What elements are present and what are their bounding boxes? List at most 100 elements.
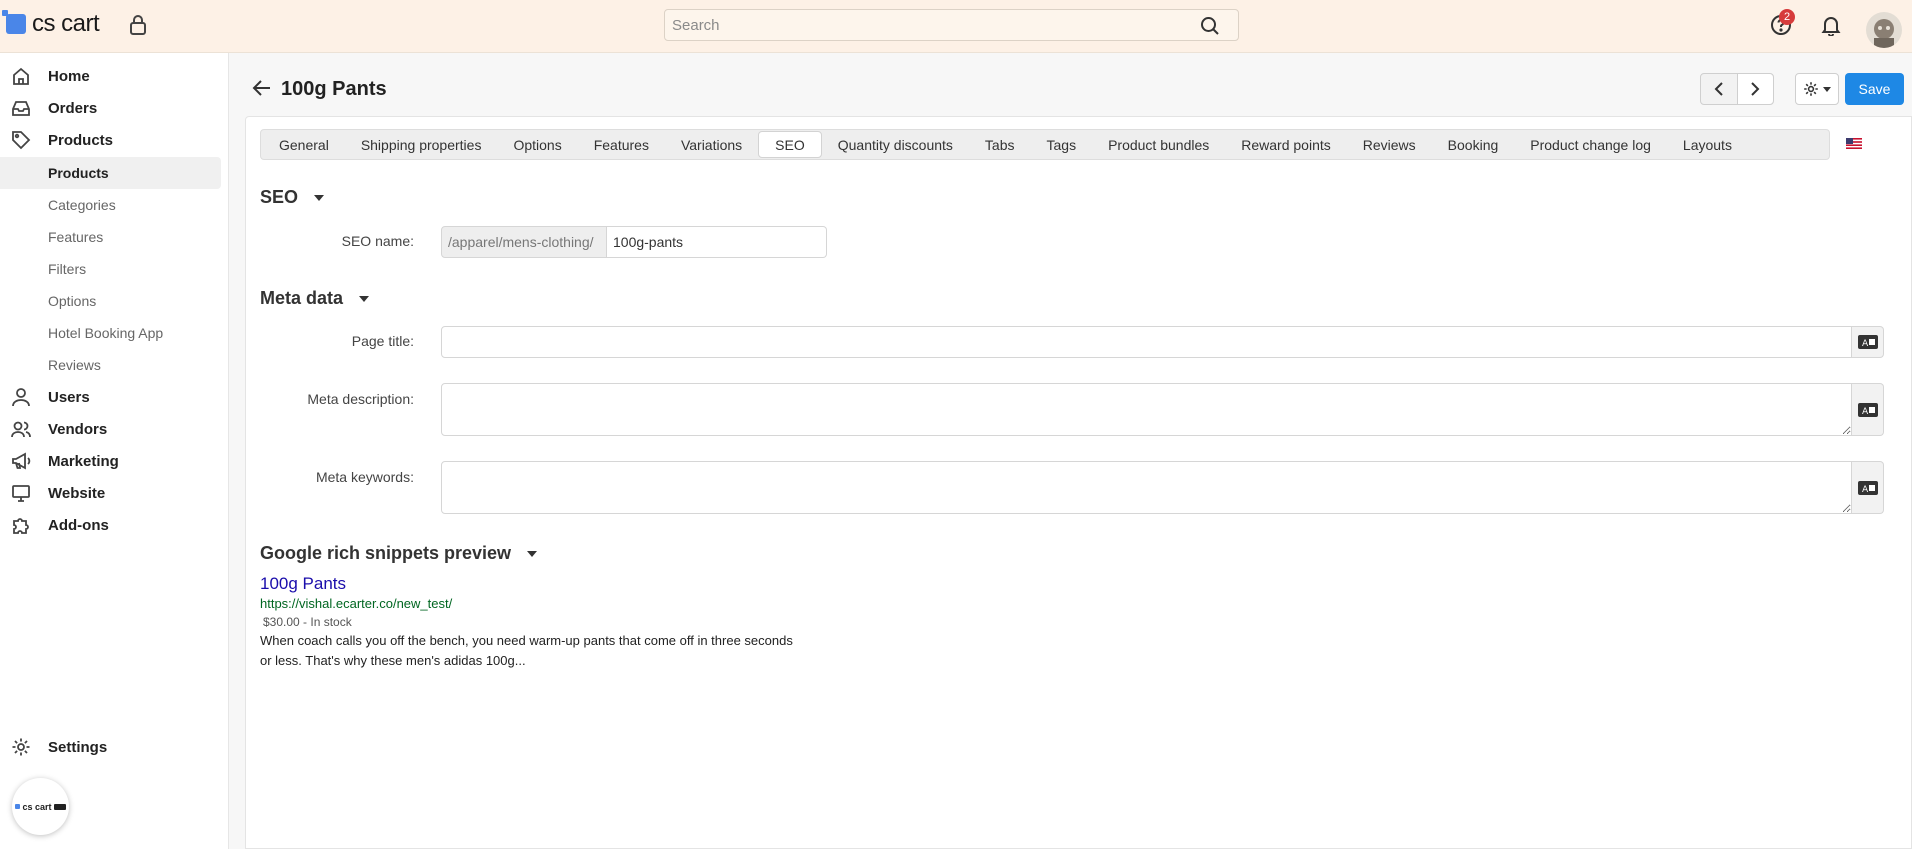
language-icon: A	[1857, 402, 1878, 417]
product-pager	[1700, 73, 1774, 105]
sidebar-subitem-label: Products	[48, 165, 109, 181]
tab-options[interactable]: Options	[497, 131, 577, 158]
top-bar: cs cart 2	[0, 0, 1912, 53]
chevron-left-icon	[1714, 82, 1723, 96]
page-title-label: Page title:	[351, 333, 414, 349]
lock-icon[interactable]	[128, 14, 148, 36]
snippets-section-toggle[interactable]: Google rich snippets preview	[260, 543, 538, 564]
meta-keywords-textarea[interactable]	[441, 461, 1852, 514]
sidebar-item-users[interactable]: Users	[0, 381, 221, 413]
sidebar-subitem-categories[interactable]: Categories	[0, 189, 221, 221]
sidebar-subitem-products[interactable]: Products	[0, 157, 221, 189]
sidebar-item-home[interactable]: Home	[0, 60, 221, 92]
bell-icon[interactable]	[1820, 14, 1842, 36]
next-product-button[interactable]	[1736, 74, 1773, 104]
seo-url-prefix: /apparel/mens-clothing/	[441, 226, 607, 258]
tab-booking[interactable]: Booking	[1432, 131, 1515, 158]
save-button[interactable]: Save	[1845, 73, 1904, 105]
search-box	[664, 9, 1239, 41]
sidebar-item-label: Marketing	[48, 452, 119, 470]
seo-section-toggle[interactable]: SEO	[260, 187, 325, 208]
sidebar: Home Orders Products Products Categories…	[0, 53, 229, 849]
sidebar-item-label: Users	[48, 388, 90, 406]
tab-seo[interactable]: SEO	[758, 131, 822, 158]
page-title: 100g Pants	[281, 78, 387, 100]
tab-quantity-discounts[interactable]: Quantity discounts	[822, 131, 969, 158]
svg-text:A: A	[1862, 339, 1869, 349]
sidebar-item-label: Home	[48, 67, 90, 85]
settings-dropdown-button[interactable]	[1795, 73, 1839, 105]
snippet-title-link[interactable]: 100g Pants	[260, 574, 346, 594]
bubble-logo-text: cs cart	[22, 801, 52, 812]
megaphone-icon	[12, 452, 31, 470]
search-input[interactable]	[665, 10, 1185, 40]
tab-reward-points[interactable]: Reward points	[1225, 131, 1347, 158]
tab-tabs[interactable]: Tabs	[969, 131, 1031, 158]
meta-description-label: Meta description:	[307, 391, 414, 407]
sidebar-item-vendors[interactable]: Vendors	[0, 413, 221, 445]
sidebar-subitem-features[interactable]: Features	[0, 221, 221, 253]
language-icon: A	[1857, 335, 1878, 349]
tab-layouts[interactable]: Layouts	[1667, 131, 1748, 158]
tab-general[interactable]: General	[263, 131, 345, 158]
sidebar-item-label: Vendors	[48, 420, 108, 438]
avatar-image-icon	[1874, 19, 1894, 48]
sidebar-subitem-label: Categories	[48, 197, 116, 213]
tab-product-bundles[interactable]: Product bundles	[1092, 131, 1225, 158]
sidebar-subitem-label: Filters	[48, 261, 87, 277]
inbox-icon	[12, 101, 30, 116]
sidebar-item-label: Add-ons	[48, 516, 109, 534]
cs-cart-chat-bubble[interactable]: cs cart	[12, 778, 69, 835]
sidebar-subitem-hotel-booking-app[interactable]: Hotel Booking App	[0, 317, 221, 349]
tab-variations[interactable]: Variations	[665, 131, 758, 158]
sidebar-subitem-options[interactable]: Options	[0, 285, 221, 317]
home-icon	[13, 67, 29, 85]
svg-text:A: A	[1862, 485, 1869, 495]
previous-product-button[interactable]	[1701, 74, 1737, 104]
caret-down-icon	[359, 295, 370, 302]
sidebar-item-label: Orders	[48, 99, 98, 117]
monitor-icon	[12, 485, 30, 502]
caret-down-icon	[1823, 86, 1831, 92]
snippet-description: When coach calls you off the bench, you …	[260, 633, 793, 668]
tab-reviews[interactable]: Reviews	[1347, 131, 1432, 158]
sidebar-subitem-label: Reviews	[48, 357, 101, 373]
tab-tags[interactable]: Tags	[1031, 131, 1093, 158]
sidebar-item-orders[interactable]: Orders	[0, 92, 221, 124]
meta-data-section-toggle[interactable]: Meta data	[260, 288, 370, 309]
sidebar-item-settings[interactable]: Settings	[0, 731, 221, 763]
sidebar-item-products[interactable]: Products	[0, 124, 221, 156]
sidebar-item-label: Products	[48, 131, 114, 149]
section-heading: Meta data	[260, 288, 344, 308]
page-title-input[interactable]	[441, 326, 1852, 358]
sidebar-item-website[interactable]: Website	[0, 477, 221, 509]
meta-keywords-label: Meta keywords:	[315, 469, 414, 485]
translate-button[interactable]: A	[1852, 326, 1884, 358]
translate-button[interactable]: A	[1852, 461, 1884, 514]
seo-name-label: SEO name:	[341, 233, 414, 249]
sidebar-subitem-label: Hotel Booking App	[48, 325, 164, 341]
search-icon[interactable]	[1200, 16, 1220, 36]
sidebar-item-marketing[interactable]: Marketing	[0, 445, 221, 477]
tab-features[interactable]: Features	[578, 131, 665, 158]
avatar[interactable]	[1866, 12, 1902, 48]
us-flag-icon[interactable]	[1846, 138, 1862, 149]
gear-icon	[1804, 82, 1818, 96]
meta-description-textarea[interactable]	[441, 383, 1852, 436]
chevron-right-icon	[1751, 82, 1760, 96]
gear-icon	[12, 738, 30, 756]
sidebar-subitem-reviews[interactable]: Reviews	[0, 349, 221, 381]
back-arrow-icon[interactable]	[252, 79, 272, 97]
translate-button[interactable]: A	[1852, 383, 1884, 436]
tab-product-change-log[interactable]: Product change log	[1514, 131, 1667, 158]
tab-shipping-properties[interactable]: Shipping properties	[345, 131, 498, 158]
tag-icon	[53, 803, 66, 810]
cs-cart-logo[interactable]: cs cart	[2, 10, 100, 38]
seo-name-input[interactable]	[607, 226, 827, 258]
sidebar-item-label: Settings	[48, 738, 108, 756]
svg-text:A: A	[1862, 407, 1869, 417]
sidebar-subitem-filters[interactable]: Filters	[0, 253, 221, 285]
section-heading: SEO	[260, 187, 299, 207]
sidebar-item-add-ons[interactable]: Add-ons	[0, 509, 221, 541]
caret-down-icon	[314, 194, 325, 201]
